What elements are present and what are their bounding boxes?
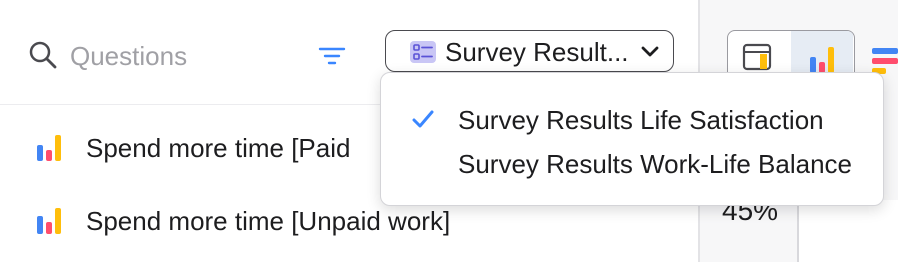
bar-chart-icon: [810, 47, 834, 73]
question-label: Spend more time [Unpaid work]: [86, 206, 451, 236]
chart-canvas: [797, 200, 898, 262]
dataset-option-label: Survey Results Work-Life Balance: [458, 149, 853, 179]
dataset-select-value: Survey Result...: [445, 37, 629, 67]
bar-chart-icon: [37, 135, 61, 161]
search-icon[interactable]: [28, 40, 58, 70]
dataset-option-label: Survey Results Life Satisfaction: [458, 105, 824, 135]
filter-icon[interactable]: [318, 44, 346, 68]
bar-chart-icon: [37, 208, 61, 234]
table-icon: [742, 43, 772, 71]
question-list-item[interactable]: Spend more time [Unpaid work]: [0, 206, 698, 276]
dataset-list-icon: [410, 41, 436, 63]
checkmark-icon: [412, 110, 434, 128]
question-label: Spend more time [Paid: [86, 133, 351, 163]
chevron-down-icon: [641, 46, 659, 57]
dataset-option-life-satisfaction[interactable]: Survey Results Life Satisfaction: [381, 101, 883, 141]
dataset-option-work-life-balance[interactable]: Survey Results Work-Life Balance: [381, 145, 883, 185]
search-input[interactable]: Questions: [70, 40, 187, 72]
dataset-select[interactable]: Survey Result...: [385, 30, 674, 72]
dataset-dropdown-menu: Survey Results Life Satisfaction Survey …: [380, 72, 884, 206]
